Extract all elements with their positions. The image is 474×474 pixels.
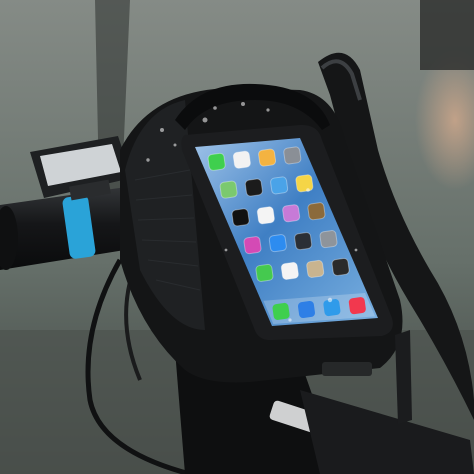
itunes-icon[interactable] (243, 236, 262, 255)
music-icon[interactable] (348, 297, 366, 315)
reminders-icon[interactable] (256, 206, 275, 225)
scene-svg (0, 0, 474, 474)
calendar-icon[interactable] (232, 150, 251, 169)
zipper-pull (395, 330, 412, 424)
camera-icon[interactable] (283, 146, 302, 165)
app-store-icon[interactable] (268, 234, 287, 253)
safari-icon[interactable] (323, 299, 341, 317)
clock-icon[interactable] (244, 178, 263, 197)
notes-icon[interactable] (295, 174, 314, 193)
photo-scene (0, 0, 474, 474)
game-center-icon[interactable] (282, 204, 301, 223)
bag-logo-patch (322, 362, 372, 376)
calculator-icon[interactable] (331, 257, 350, 276)
messages-icon[interactable] (207, 152, 226, 171)
weather-icon[interactable] (270, 176, 289, 195)
contacts-icon[interactable] (306, 259, 325, 278)
settings-icon[interactable] (319, 230, 338, 249)
stocks-icon[interactable] (231, 208, 250, 227)
maps-icon[interactable] (219, 180, 238, 199)
photos-icon[interactable] (258, 148, 277, 167)
phone-icon[interactable] (272, 302, 290, 320)
health-icon[interactable] (280, 261, 299, 280)
mail-icon[interactable] (297, 300, 315, 319)
newsstand-icon[interactable] (307, 202, 326, 221)
blurred-figure (420, 0, 474, 70)
passbook-icon[interactable] (294, 232, 313, 251)
facetime-icon[interactable] (255, 263, 274, 282)
